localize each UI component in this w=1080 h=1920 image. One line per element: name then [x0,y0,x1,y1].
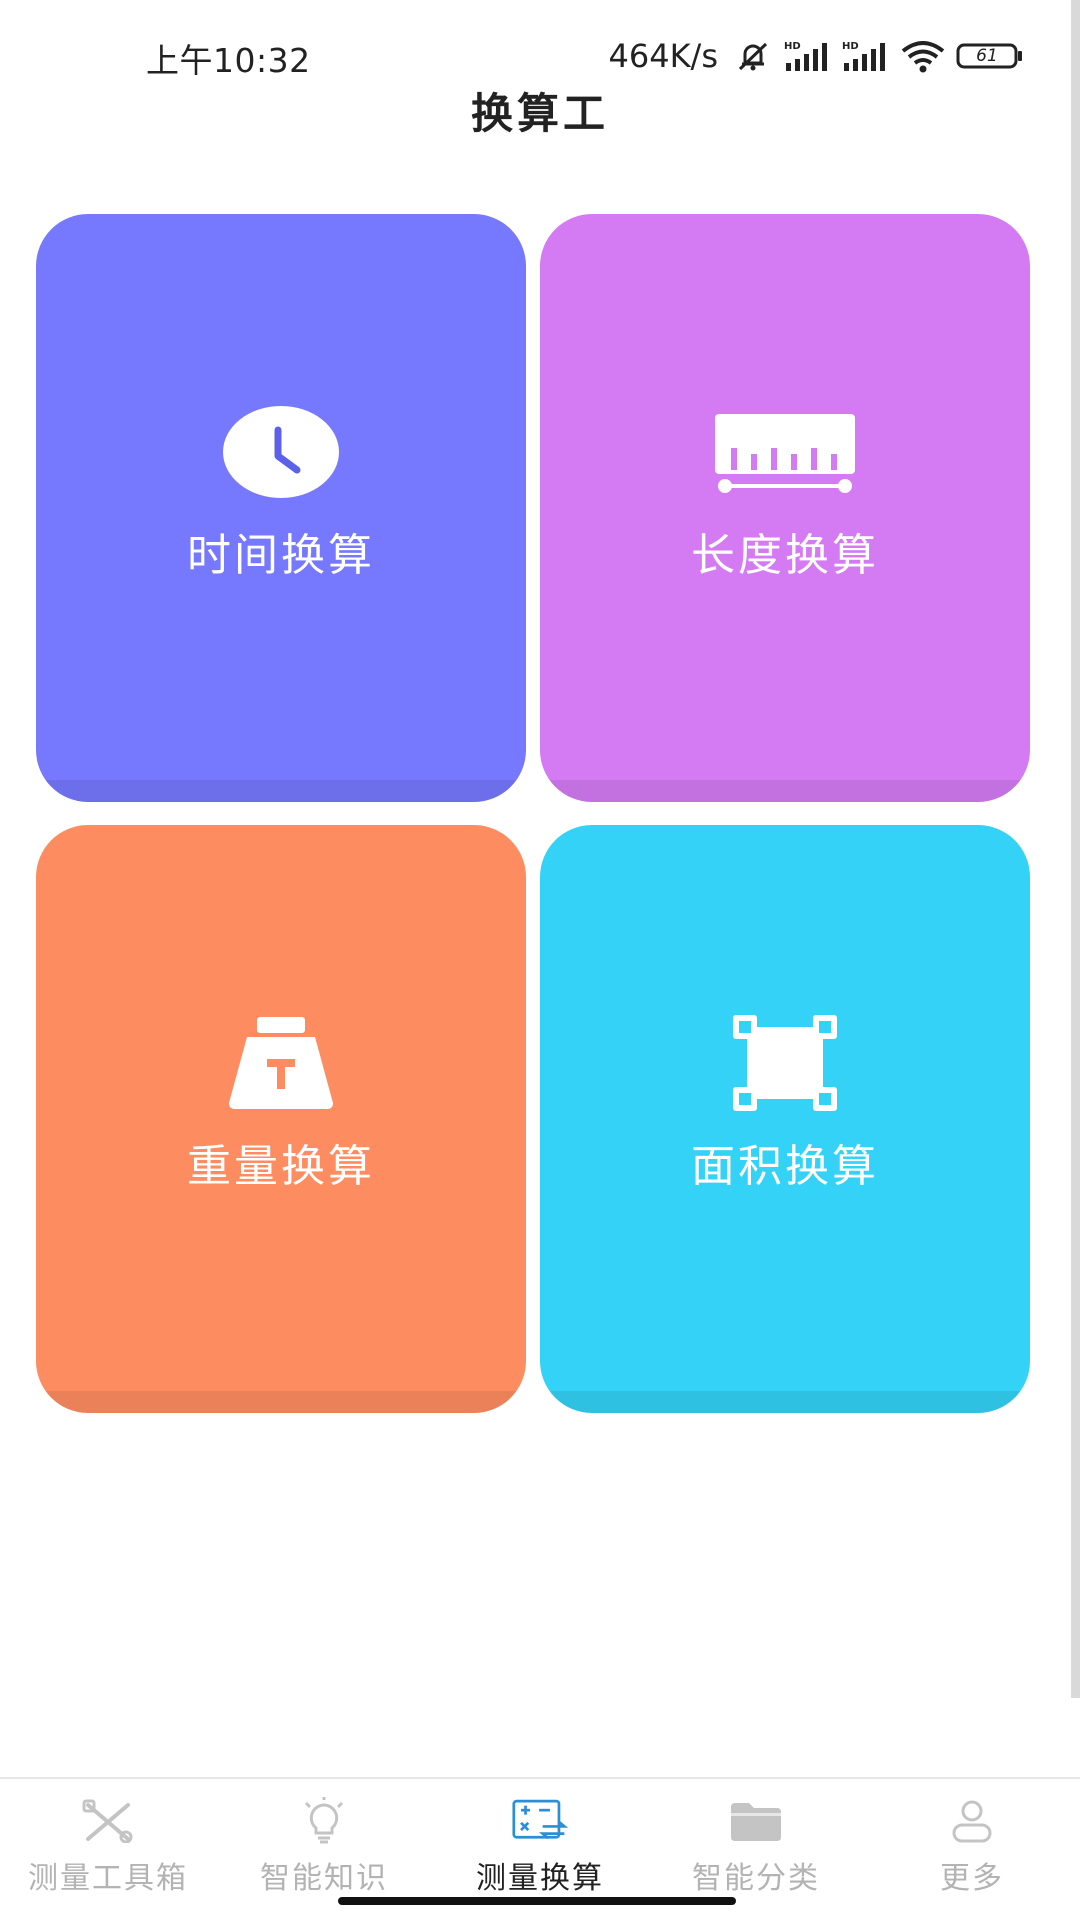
area-icon [715,1015,855,1111]
nav-label: 智能分类 [692,1861,820,1896]
svg-text:HD: HD [842,41,859,52]
folder-icon [728,1797,784,1845]
nav-label: 测量工具箱 [28,1861,188,1896]
nav-label: 更多 [940,1861,1004,1896]
hd-signal-icon: HD [784,39,832,73]
weight-conversion-card[interactable]: 重量换算 [36,825,526,1413]
battery-level: 61 [976,46,998,66]
area-conversion-card[interactable]: 面积换算 [540,825,1030,1413]
net-speed: 464K/s [608,37,718,75]
nav-item-tools[interactable]: 测量工具箱 [0,1779,216,1920]
status-icons: 464K/s HD HD 61 [608,36,1024,76]
card-label: 面积换算 [691,1141,879,1192]
nav-label: 测量换算 [476,1861,604,1896]
time-conversion-card[interactable]: 时间换算 [36,214,526,802]
tools-icon [80,1797,136,1845]
page-title: 换算工 [470,89,609,138]
length-conversion-card[interactable]: 长度换算 [540,214,1030,802]
battery-icon: 61 [956,39,1024,73]
status-time: 上午10:32 [146,41,311,80]
lightbulb-icon [296,1797,352,1845]
user-icon [944,1797,1000,1845]
svg-text:HD: HD [784,41,801,52]
screen: 上午10:32 464K/s HD HD 61 换算工 时间换算 长度换算 重量… [0,0,1080,1920]
clock-icon [211,404,351,500]
calculator-icon [512,1797,568,1845]
mute-bell-icon [732,39,774,73]
card-label: 时间换算 [187,530,375,581]
home-indicator[interactable] [338,1897,736,1905]
wifi-icon [900,39,946,73]
hd-signal-icon: HD [842,39,890,73]
ruler-icon [715,404,855,500]
scroll-edge [1071,0,1080,1698]
title-bar: 换算工 [0,80,1080,140]
nav-item-more[interactable]: 更多 [864,1779,1080,1920]
nav-label: 智能知识 [260,1861,388,1896]
card-label: 长度换算 [691,530,879,581]
card-label: 重量换算 [187,1141,375,1192]
weight-icon [211,1015,351,1111]
